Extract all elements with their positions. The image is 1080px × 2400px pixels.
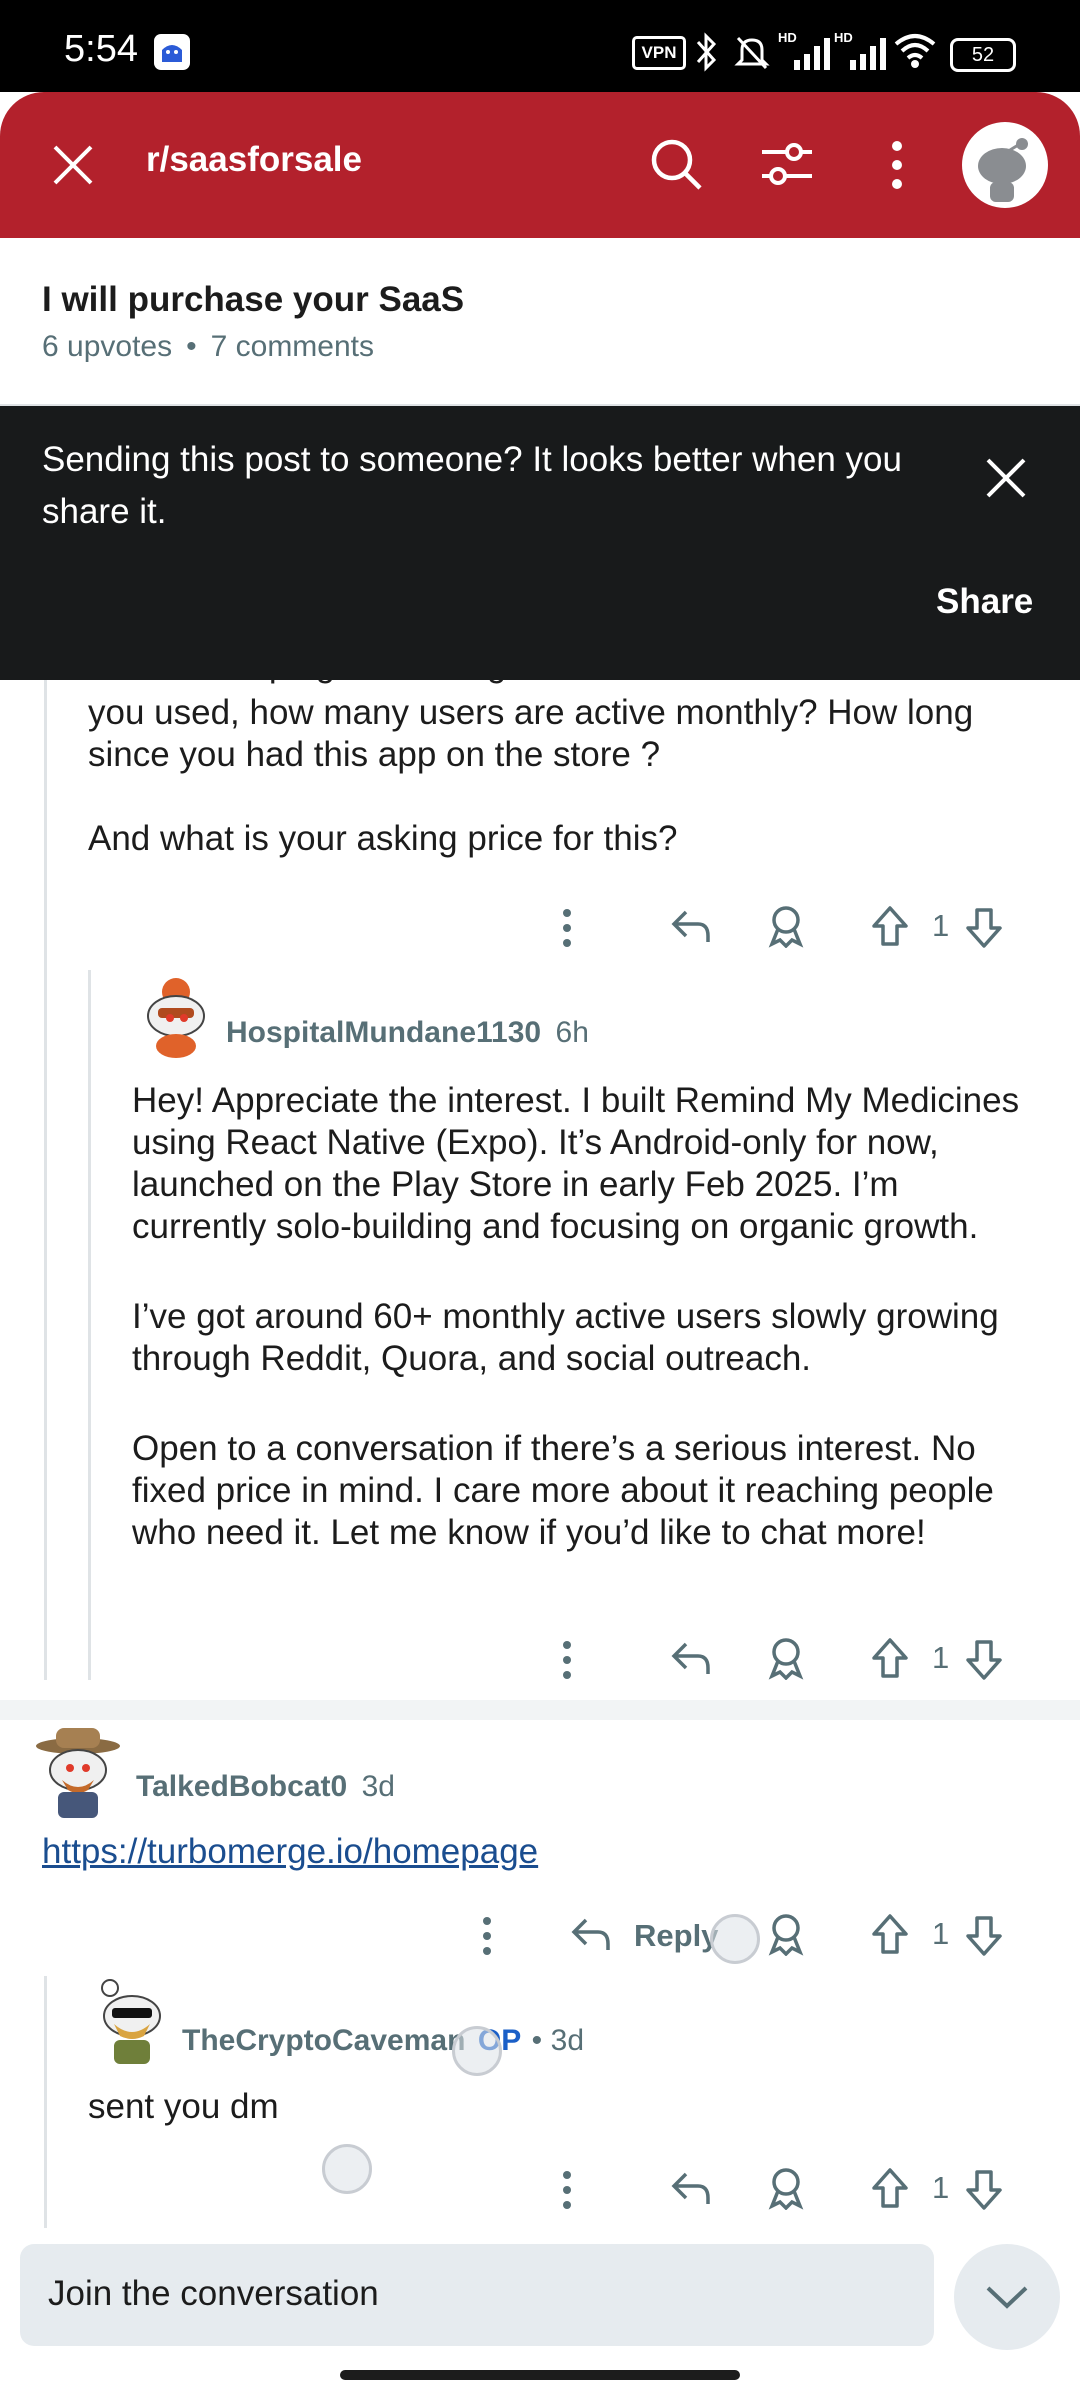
downvote-icon[interactable] bbox=[964, 1914, 1004, 1958]
vote-count: 1 bbox=[932, 1916, 950, 1951]
touch-indicator bbox=[710, 1914, 760, 1964]
more-options-icon[interactable] bbox=[480, 1916, 494, 1956]
comment-body: Hey! Appreciate the interest. I built Re… bbox=[132, 1081, 1020, 1552]
post-meta: 6 upvotes • 7 comments bbox=[42, 330, 374, 363]
post-title[interactable]: I will purchase your SaaS bbox=[42, 280, 464, 320]
thread-line bbox=[88, 970, 91, 1680]
comment-header: HospitalMundane1130 6h bbox=[226, 1016, 589, 1050]
award-icon[interactable] bbox=[766, 1912, 806, 1956]
downvote-icon[interactable] bbox=[964, 2168, 1004, 2212]
username[interactable]: HospitalMundane1130 bbox=[226, 1016, 541, 1049]
touch-indicator bbox=[322, 2144, 372, 2194]
more-options-icon[interactable] bbox=[560, 2170, 574, 2210]
collapse-button[interactable] bbox=[954, 2244, 1060, 2350]
vote-count: 1 bbox=[932, 1640, 950, 1675]
search-icon[interactable] bbox=[648, 136, 704, 192]
comment-actions: 1 bbox=[560, 1630, 1020, 1690]
user-avatar[interactable] bbox=[962, 122, 1048, 208]
status-bar: 5:54 VPN HD HD 52 bbox=[0, 0, 1080, 92]
status-time: 5:54 bbox=[64, 28, 138, 70]
home-indicator[interactable] bbox=[340, 2370, 740, 2380]
upvote-count: 6 upvotes bbox=[42, 330, 173, 363]
comment-body: sent you dm bbox=[88, 2087, 279, 2126]
comment-count: 7 comments bbox=[210, 330, 374, 363]
comment-body: https://turbomerge.io/homepage bbox=[42, 1832, 538, 1872]
close-icon[interactable] bbox=[50, 142, 96, 188]
signal-2-icon: HD bbox=[834, 30, 896, 70]
comment-body: you used, how many users are active mont… bbox=[88, 693, 974, 858]
award-icon[interactable] bbox=[766, 904, 806, 948]
reply-button[interactable]: Reply bbox=[570, 1906, 718, 1966]
thread-line bbox=[44, 680, 47, 1680]
toast-close-icon[interactable] bbox=[984, 456, 1028, 500]
comment-age: 3d bbox=[550, 2024, 585, 2057]
upvote-icon[interactable] bbox=[870, 1636, 910, 1680]
upvote-icon[interactable] bbox=[870, 2166, 910, 2210]
reply-icon bbox=[571, 1918, 610, 1950]
downvote-icon[interactable] bbox=[964, 1638, 1004, 1682]
reply-icon[interactable] bbox=[670, 1640, 712, 1676]
bell-muted-icon bbox=[734, 36, 770, 70]
notification-app-icon bbox=[154, 34, 190, 70]
more-vertical-icon[interactable] bbox=[882, 138, 912, 192]
subreddit-title[interactable]: r/saasforsale bbox=[146, 140, 362, 180]
vote-count: 1 bbox=[932, 908, 950, 943]
comment-actions: 1 bbox=[560, 2160, 1020, 2220]
vpn-icon: VPN bbox=[632, 36, 686, 70]
comment-header: TalkedBobcat0 3d bbox=[136, 1770, 395, 1804]
reply-icon[interactable] bbox=[670, 908, 712, 944]
battery-icon: 52 bbox=[950, 38, 1016, 72]
avatar[interactable] bbox=[88, 1978, 172, 2066]
filter-icon[interactable] bbox=[760, 138, 814, 190]
vote-count: 1 bbox=[932, 2170, 950, 2205]
share-toast: Sending this post to someone? It looks b… bbox=[0, 406, 1080, 680]
comment-link[interactable]: https://turbomerge.io/homepage bbox=[42, 1832, 538, 1871]
award-icon[interactable] bbox=[766, 1636, 806, 1680]
share-button[interactable]: Share bbox=[936, 582, 1033, 622]
comment-header: TheCryptoCaveman OP • 3d bbox=[182, 2024, 585, 2057]
award-icon[interactable] bbox=[766, 2166, 806, 2210]
username[interactable]: TheCryptoCaveman bbox=[182, 2024, 465, 2057]
more-options-icon[interactable] bbox=[560, 1640, 574, 1680]
reply-icon[interactable] bbox=[670, 2170, 712, 2206]
chevron-down-icon bbox=[986, 2286, 1028, 2309]
more-options-icon[interactable] bbox=[560, 908, 574, 948]
comment-age: 3d bbox=[361, 1770, 395, 1803]
subreddit-header: r/saasforsale bbox=[0, 92, 1080, 238]
avatar[interactable] bbox=[132, 972, 222, 1062]
comment-age: 6h bbox=[555, 1016, 589, 1049]
upvote-icon[interactable] bbox=[870, 1912, 910, 1956]
signal-1-icon: HD bbox=[778, 30, 840, 70]
bluetooth-icon bbox=[696, 32, 717, 72]
comment-actions: 1 bbox=[560, 898, 1020, 958]
join-conversation-input[interactable]: Join the conversation bbox=[20, 2244, 934, 2346]
wifi-icon bbox=[894, 34, 936, 68]
thread-line bbox=[44, 1976, 47, 2238]
toast-message: Sending this post to someone? It looks b… bbox=[42, 440, 902, 531]
touch-indicator bbox=[452, 2026, 502, 2076]
avatar[interactable] bbox=[34, 1724, 124, 1820]
thread-divider bbox=[0, 1700, 1080, 1720]
upvote-icon[interactable] bbox=[870, 904, 910, 948]
downvote-icon[interactable] bbox=[964, 906, 1004, 950]
username[interactable]: TalkedBobcat0 bbox=[136, 1770, 347, 1803]
